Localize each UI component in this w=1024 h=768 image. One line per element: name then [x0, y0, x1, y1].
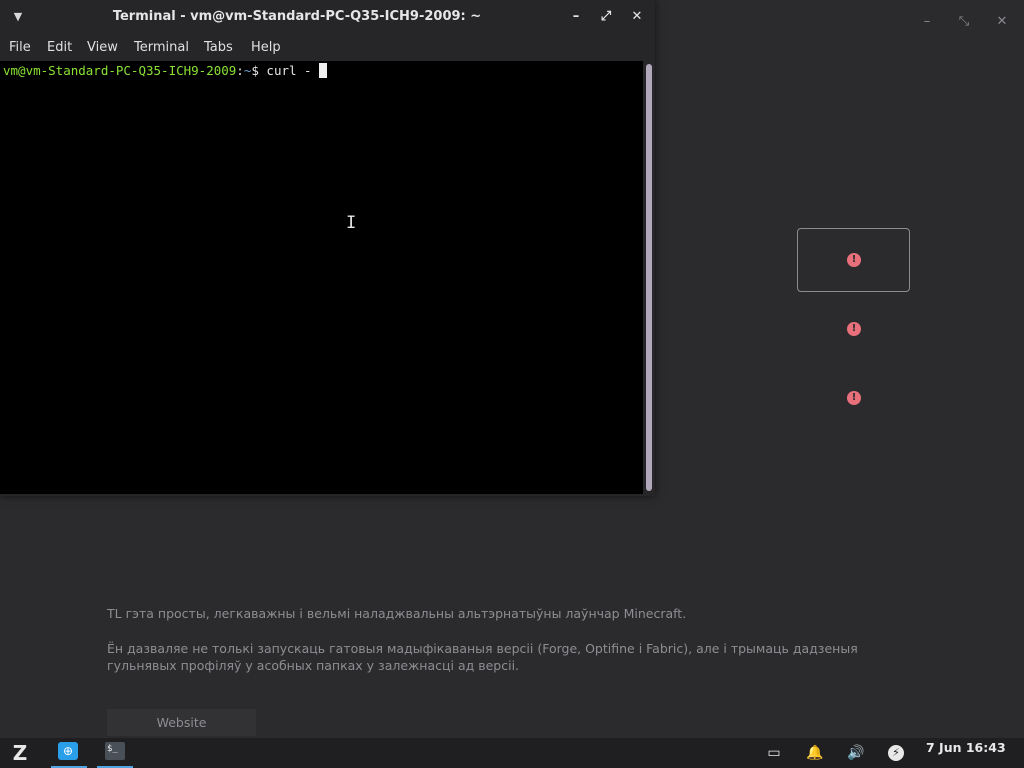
- website-button[interactable]: Website: [107, 709, 256, 736]
- command-line: vm@vm-Standard-PC-Q35-ICH9-2009:~$ curl …: [3, 63, 328, 79]
- command-text: curl -: [266, 63, 320, 78]
- terminal-icon: $_: [105, 742, 125, 760]
- terminal-output[interactable]: vm@vm-Standard-PC-Q35-ICH9-2009:~$ curl …: [0, 61, 643, 494]
- terminal-maximize-button[interactable]: ⤢: [596, 8, 616, 26]
- launcher-maximize-button[interactable]: ⤡: [952, 12, 976, 32]
- menu-tabs[interactable]: Tabs: [204, 40, 233, 55]
- terminal-menubar: File Edit View Terminal Tabs Help: [0, 36, 655, 61]
- terminal-scrollbar[interactable]: [643, 61, 655, 494]
- menu-terminal[interactable]: Terminal: [134, 40, 189, 55]
- terminal-minimize-button[interactable]: –: [566, 8, 586, 26]
- launcher-close-button[interactable]: ✕: [990, 12, 1014, 32]
- terminal-window: Terminal - vm@vm-Standard-PC-Q35-ICH9-20…: [0, 0, 655, 496]
- menu-view[interactable]: View: [87, 40, 118, 55]
- description-paragraph-2-line-1: Ён дазваляе не толькі запускаць гатовыя …: [107, 641, 858, 656]
- volume-icon[interactable]: 🔊: [845, 738, 867, 768]
- taskbar-software-app[interactable]: ⊕: [49, 738, 89, 768]
- description-paragraph-1: TL гэта просты, легкаважны і вельмі нала…: [107, 606, 687, 621]
- terminal-titlebar[interactable]: Terminal - vm@vm-Standard-PC-Q35-ICH9-20…: [0, 0, 655, 34]
- scrollbar-thumb[interactable]: [646, 64, 652, 491]
- software-store-icon: ⊕: [58, 742, 78, 760]
- terminal-title: Terminal - vm@vm-Standard-PC-Q35-ICH9-20…: [112, 9, 482, 24]
- error-icon[interactable]: !: [847, 322, 861, 336]
- prompt-user-host: vm@vm-Standard-PC-Q35-ICH9-2009: [3, 63, 237, 78]
- zorin-menu-icon[interactable]: Z: [4, 738, 36, 768]
- power-icon[interactable]: ⚡: [885, 738, 907, 768]
- window-menu-icon[interactable]: ▼: [10, 8, 26, 26]
- error-icon[interactable]: !: [847, 391, 861, 405]
- error-icon: !: [847, 253, 861, 267]
- description-paragraph-2-line-2: гульнявых профіляў у асобных папках у за…: [107, 658, 520, 673]
- taskbar: Z ⊕ $_ ▭ 🔔 🔊 ⚡ 7 Jun 16:43: [0, 738, 1024, 768]
- clock[interactable]: 7 Jun 16:43: [926, 738, 1016, 768]
- ibeam-cursor-icon: I: [346, 213, 357, 233]
- menu-edit[interactable]: Edit: [47, 40, 72, 55]
- menu-help[interactable]: Help: [251, 40, 281, 55]
- prompt-separator: :: [236, 63, 244, 78]
- notifications-bell-icon[interactable]: 🔔: [804, 738, 826, 768]
- taskbar-terminal-app[interactable]: $_: [95, 738, 135, 768]
- text-cursor: [319, 63, 328, 78]
- terminal-close-button[interactable]: ✕: [627, 8, 647, 26]
- launcher-minimize-button[interactable]: –: [915, 12, 939, 32]
- menu-file[interactable]: File: [9, 40, 31, 55]
- prompt-symbol: $: [251, 63, 267, 78]
- display-icon[interactable]: ▭: [763, 738, 785, 768]
